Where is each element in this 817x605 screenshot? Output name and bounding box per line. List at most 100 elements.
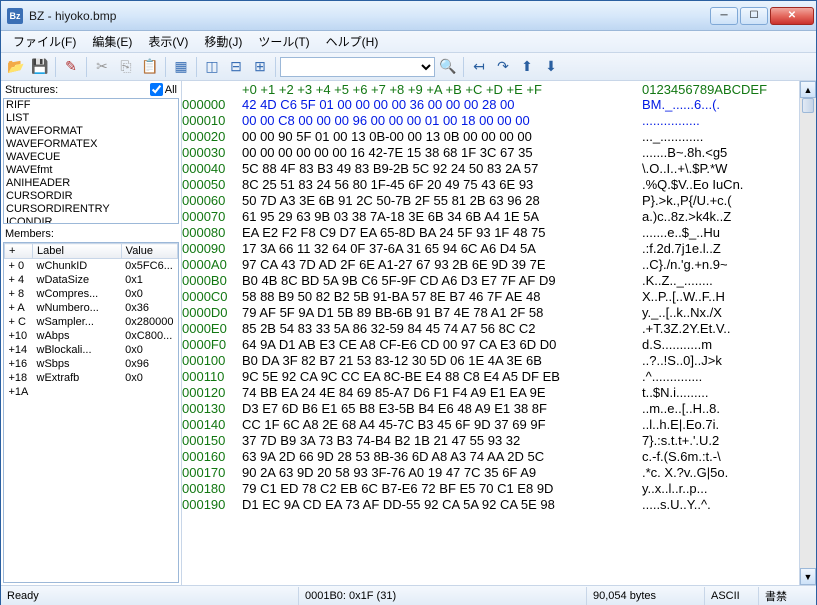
member-row[interactable]: + CwSampler...0x280000: [5, 315, 178, 329]
hex-row[interactable]: 00016063 9A 2D 66 9D 28 53 8B-36 6D A8 A…: [182, 449, 816, 465]
hex-row[interactable]: 0000E085 2B 54 83 33 5A 86 32-59 84 45 7…: [182, 321, 816, 337]
col-value[interactable]: Value: [121, 244, 177, 259]
hex-header: +0 +1 +2 +3 +4 +5 +6 +7 +8 +9 +A +B +C +…: [182, 81, 816, 97]
member-row[interactable]: +16wSbps0x96: [5, 357, 178, 371]
members-table: + Label Value + 0wChunkID0x5FC6...+ 4wDa…: [4, 243, 178, 399]
menu-view[interactable]: 表示(V): [140, 31, 196, 52]
minimize-button[interactable]: ─: [710, 7, 738, 25]
status-encoding: ASCII: [705, 587, 759, 605]
app-icon: Bz: [7, 8, 23, 24]
member-row[interactable]: +18wExtrafb0x0: [5, 371, 178, 385]
upload-icon[interactable]: ⬆: [516, 56, 538, 78]
hex-row[interactable]: 000190D1 EC 9A CD EA 73 AF DD-55 92 CA 5…: [182, 497, 816, 513]
structure-item[interactable]: ICONDIR: [4, 216, 178, 224]
hex-row[interactable]: 00007061 95 29 63 9B 03 38 7A-18 3E 6B 3…: [182, 209, 816, 225]
structures-label: Structures:: [5, 84, 58, 96]
nav-fwd-icon[interactable]: ↷: [492, 56, 514, 78]
member-row[interactable]: +10wAbps0xC800...: [5, 329, 178, 343]
split-both-icon[interactable]: ⊞: [249, 56, 271, 78]
member-row[interactable]: + 4wDataSize0x1: [5, 273, 178, 287]
structure-item[interactable]: WAVEFORMATEX: [4, 138, 178, 151]
hex-row[interactable]: 00002000 00 90 5F 01 00 13 0B-00 00 13 0…: [182, 129, 816, 145]
hex-ascii-header: 0123456789ABCDEF: [642, 82, 816, 97]
hex-row[interactable]: 00015037 7D B9 3A 73 B3 74-B4 B2 1B 21 4…: [182, 433, 816, 449]
content: Structures: All RIFFLISTWAVEFORMATWAVEFO…: [1, 81, 816, 585]
scroll-up-icon[interactable]: ▲: [800, 81, 816, 98]
hex-row[interactable]: 000130D3 E7 6D B6 E1 65 B8 E3-5B B4 E6 4…: [182, 401, 816, 417]
structure-item[interactable]: LIST: [4, 112, 178, 125]
col-offset[interactable]: +: [5, 244, 33, 259]
save-icon[interactable]: 💾: [29, 56, 51, 78]
structure-item[interactable]: RIFF: [4, 99, 178, 112]
hex-row[interactable]: 00003000 00 00 00 00 00 16 42-7E 15 38 6…: [182, 145, 816, 161]
hex-row[interactable]: 0000A097 CA 43 7D AD 2F 6E A1-27 67 93 2…: [182, 257, 816, 273]
scroll-down-icon[interactable]: ▼: [800, 568, 816, 585]
hex-row[interactable]: 000100B0 DA 3F 82 B7 21 53 83-12 30 5D 0…: [182, 353, 816, 369]
hex-bytes-header: +0 +1 +2 +3 +4 +5 +6 +7 +8 +9 +A +B +C +…: [242, 82, 642, 97]
hex-row[interactable]: 00001000 00 C8 00 00 00 96 00 00 00 01 0…: [182, 113, 816, 129]
col-label[interactable]: Label: [33, 244, 122, 259]
menu-file[interactable]: ファイル(F): [5, 31, 84, 52]
menubar: ファイル(F) 編集(E) 表示(V) 移動(J) ツール(T) ヘルプ(H): [1, 31, 816, 53]
member-row[interactable]: + 8wCompres...0x0: [5, 287, 178, 301]
structures-list[interactable]: RIFFLISTWAVEFORMATWAVEFORMATEXWAVECUEWAV…: [3, 98, 179, 224]
member-row[interactable]: + 0wChunkID0x5FC6...: [5, 259, 178, 274]
find-icon[interactable]: 🔍: [437, 56, 459, 78]
vertical-scrollbar[interactable]: ▲ ▼: [799, 81, 816, 585]
scroll-thumb[interactable]: [802, 98, 814, 113]
hex-row[interactable]: 0000B0B0 4B 8C BD 5A 9B C6 5F-9F CD A6 D…: [182, 273, 816, 289]
hex-row[interactable]: 000140CC 1F 6C A8 2E 68 A4 45-7C B3 45 6…: [182, 417, 816, 433]
structure-item[interactable]: ANIHEADER: [4, 177, 178, 190]
all-checkbox[interactable]: [150, 83, 163, 96]
search-combo[interactable]: [280, 57, 435, 77]
structure-item[interactable]: CURSORDIRENTRY: [4, 203, 178, 216]
hex-row[interactable]: 0000C058 88 B9 50 82 B2 5B 91-BA 57 8E B…: [182, 289, 816, 305]
structure-item[interactable]: WAVECUE: [4, 151, 178, 164]
maximize-button[interactable]: ☐: [740, 7, 768, 25]
status-position: 0001B0: 0x1F (31): [299, 587, 587, 605]
menu-jump[interactable]: 移動(J): [196, 31, 250, 52]
hex-row[interactable]: 0000508C 25 51 83 24 56 80 1F-45 6F 20 4…: [182, 177, 816, 193]
statusbar: Ready 0001B0: 0x1F (31) 90,054 bytes ASC…: [1, 585, 816, 605]
hex-body[interactable]: 00000042 4D C6 5F 01 00 00 00 00 36 00 0…: [182, 97, 816, 513]
status-write: 書禁: [759, 587, 816, 605]
members-header: Members:: [1, 226, 181, 242]
split-h-icon[interactable]: ⊟: [225, 56, 247, 78]
menu-edit[interactable]: 編集(E): [84, 31, 140, 52]
member-row[interactable]: +1A: [5, 385, 178, 399]
structure-item[interactable]: WAVEFORMAT: [4, 125, 178, 138]
cut-icon[interactable]: ✂: [91, 56, 113, 78]
hex-row[interactable]: 000080EA E2 F2 F8 C9 D7 EA 65-8D BA 24 5…: [182, 225, 816, 241]
hex-row[interactable]: 0000D079 AF 5F 9A D1 5B 89 BB-6B 91 B7 4…: [182, 305, 816, 321]
member-row[interactable]: + AwNumbero...0x36: [5, 301, 178, 315]
hex-row[interactable]: 00012074 BB EA 24 4E 84 69 85-A7 D6 F1 F…: [182, 385, 816, 401]
left-panel: Structures: All RIFFLISTWAVEFORMATWAVEFO…: [1, 81, 182, 585]
hex-row[interactable]: 00000042 4D C6 5F 01 00 00 00 00 36 00 0…: [182, 97, 816, 113]
hex-row[interactable]: 00006050 7D A3 3E 6B 91 2C 50-7B 2F 55 8…: [182, 193, 816, 209]
hex-row[interactable]: 00018079 C1 ED 78 C2 EB 6C B7-E6 72 BF E…: [182, 481, 816, 497]
edit-icon[interactable]: ✎: [60, 56, 82, 78]
status-size: 90,054 bytes: [587, 587, 705, 605]
hex-row[interactable]: 0000405C 88 4F 83 B3 49 83 B9-2B 5C 92 2…: [182, 161, 816, 177]
paste-icon[interactable]: 📋: [139, 56, 161, 78]
toolbar: 📂 💾 ✎ ✂ ⎘ 📋 ▦ ◫ ⊟ ⊞ 🔍 ↤ ↷ ⬆ ⬇: [1, 53, 816, 81]
structure-item[interactable]: WAVEfmt: [4, 164, 178, 177]
split-v-icon[interactable]: ◫: [201, 56, 223, 78]
open-icon[interactable]: 📂: [5, 56, 27, 78]
view1-icon[interactable]: ▦: [170, 56, 192, 78]
hex-row[interactable]: 00017090 2A 63 9D 20 58 93 3F-76 A0 19 4…: [182, 465, 816, 481]
menu-help[interactable]: ヘルプ(H): [318, 31, 387, 52]
hex-row[interactable]: 0001109C 5E 92 CA 9C CC EA 8C-BE E4 88 C…: [182, 369, 816, 385]
members-panel[interactable]: + Label Value + 0wChunkID0x5FC6...+ 4wDa…: [3, 242, 179, 583]
hex-row[interactable]: 0000F064 9A D1 AB E3 CE A8 CF-E6 CD 00 9…: [182, 337, 816, 353]
download-icon[interactable]: ⬇: [540, 56, 562, 78]
menu-tool[interactable]: ツール(T): [250, 31, 317, 52]
copy-icon[interactable]: ⎘: [115, 56, 137, 78]
hex-row[interactable]: 00009017 3A 66 11 32 64 0F 37-6A 31 65 9…: [182, 241, 816, 257]
structure-item[interactable]: CURSORDIR: [4, 190, 178, 203]
nav-back-icon[interactable]: ↤: [468, 56, 490, 78]
close-button[interactable]: ✕: [770, 7, 814, 25]
member-row[interactable]: +14wBlockali...0x0: [5, 343, 178, 357]
status-ready: Ready: [1, 587, 299, 605]
window-title: BZ - hiyoko.bmp: [29, 9, 710, 23]
